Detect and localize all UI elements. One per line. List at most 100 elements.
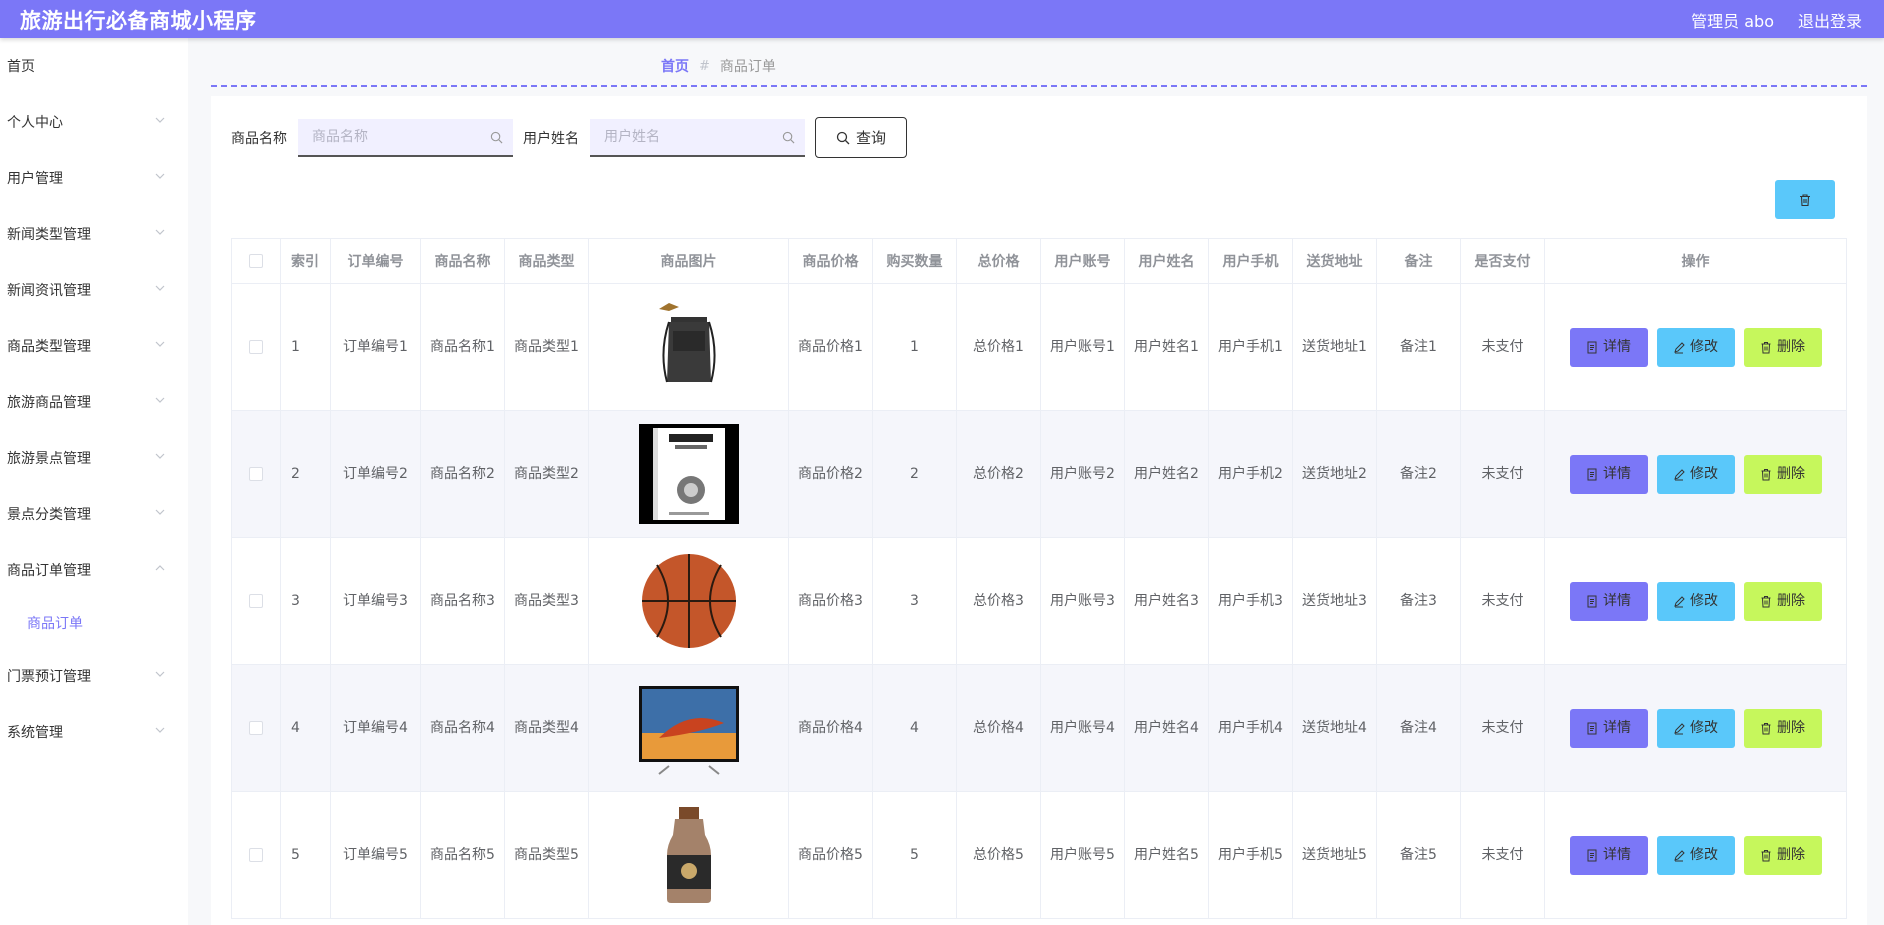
main-content: 首页 # 商品订单 商品名称 用户姓名 查询 <box>188 38 1884 925</box>
document-icon <box>1587 849 1597 861</box>
user-phone-cell: 用户手机2 <box>1208 410 1293 538</box>
product-name-cell: 商品名称4 <box>420 664 505 792</box>
edit-button[interactable]: 修改 <box>1656 708 1735 748</box>
edit-button[interactable]: 修改 <box>1656 327 1735 367</box>
column-header: 送货地址 <box>1292 238 1377 284</box>
total-price-cell: 总价格1 <box>956 283 1041 411</box>
actions-cell: 详情 修改 删除 <box>1544 283 1847 411</box>
edit-button[interactable]: 修改 <box>1656 581 1735 621</box>
sidebar-item-attractions[interactable]: 旅游景点管理 <box>0 430 188 486</box>
logout-link[interactable]: 退出登录 <box>1798 8 1862 32</box>
sidebar-item-label: 新闻类型管理 <box>7 227 91 243</box>
row-select-cell <box>231 791 281 919</box>
product-image-shoulder-bag <box>639 303 739 383</box>
column-header: 是否支付 <box>1460 238 1545 284</box>
row-checkbox[interactable] <box>249 467 263 481</box>
sidebar-item-label: 个人中心 <box>7 115 63 131</box>
row-checkbox[interactable] <box>249 340 263 354</box>
delete-button[interactable]: 删除 <box>1743 708 1822 748</box>
detail-button[interactable]: 详情 <box>1569 327 1648 367</box>
batch-delete-button[interactable] <box>1775 180 1835 219</box>
breadcrumb-home[interactable]: 首页 <box>661 56 689 76</box>
delete-button[interactable]: 删除 <box>1743 581 1822 621</box>
sidebar-item-profile[interactable]: 个人中心 <box>0 94 188 150</box>
query-button[interactable]: 查询 <box>815 117 907 158</box>
sidebar-item-users[interactable]: 用户管理 <box>0 150 188 206</box>
quantity-cell: 1 <box>872 283 957 411</box>
order-no-cell: 订单编号3 <box>330 537 421 665</box>
user-name-box <box>590 118 805 157</box>
detail-button[interactable]: 详情 <box>1569 581 1648 621</box>
address-cell: 送货地址3 <box>1292 537 1377 665</box>
product-name-cell: 商品名称3 <box>420 537 505 665</box>
detail-button[interactable]: 详情 <box>1569 835 1648 875</box>
chevron-down-icon <box>155 341 165 347</box>
edit-button[interactable]: 修改 <box>1656 835 1735 875</box>
row-checkbox[interactable] <box>249 721 263 735</box>
sidebar-item-orders[interactable]: 商品订单管理 <box>0 542 188 598</box>
admin-user-link[interactable]: 管理员 abo <box>1691 8 1774 32</box>
select-all-cell <box>231 238 281 284</box>
user-name-input[interactable] <box>590 118 805 155</box>
orders-table: 索引 订单编号 商品名称 商品类型 商品图片 商品价格 购买数量 总价格 用户账… <box>231 238 1847 919</box>
row-checkbox[interactable] <box>249 594 263 608</box>
chevron-up-icon <box>155 565 165 571</box>
order-no-cell: 订单编号5 <box>330 791 421 919</box>
user-phone-cell: 用户手机1 <box>1208 283 1293 411</box>
delete-button[interactable]: 删除 <box>1743 454 1822 494</box>
select-all-checkbox[interactable] <box>249 254 263 268</box>
detail-button-label: 详情 <box>1603 339 1631 355</box>
sidebar-item-label: 门票预订管理 <box>7 669 91 685</box>
sidebar-item-ticket-booking[interactable]: 门票预订管理 <box>0 648 188 704</box>
sidebar-item-system[interactable]: 系统管理 <box>0 704 188 760</box>
row-select-cell <box>231 410 281 538</box>
remark-cell: 备注1 <box>1376 283 1461 411</box>
column-header: 订单编号 <box>330 238 421 284</box>
product-image-cell <box>588 537 789 665</box>
product-name-cell: 商品名称2 <box>420 410 505 538</box>
breadcrumb: 首页 # 商品订单 <box>661 56 776 76</box>
trash-icon <box>1761 595 1771 607</box>
sidebar-item-product-types[interactable]: 商品类型管理 <box>0 318 188 374</box>
delete-button[interactable]: 删除 <box>1743 835 1822 875</box>
search-form: 商品名称 用户姓名 查询 <box>231 117 907 158</box>
actions-cell: 详情 修改 删除 <box>1544 791 1847 919</box>
trash-icon <box>1761 341 1771 353</box>
sidebar-item-home[interactable]: 首页 <box>0 38 188 94</box>
remark-cell: 备注5 <box>1376 791 1461 919</box>
product-name-input[interactable] <box>298 118 513 155</box>
user-name-cell: 用户姓名5 <box>1124 791 1209 919</box>
detail-button[interactable]: 详情 <box>1569 708 1648 748</box>
detail-button-label: 详情 <box>1603 847 1631 863</box>
product-type-cell: 商品类型4 <box>504 664 589 792</box>
row-checkbox[interactable] <box>249 848 263 862</box>
delete-button[interactable]: 删除 <box>1743 327 1822 367</box>
edit-button-label: 修改 <box>1690 720 1718 736</box>
user-account-cell: 用户账号4 <box>1040 664 1125 792</box>
app-title: 旅游出行必备商城小程序 <box>20 9 257 33</box>
pencil-icon <box>1674 595 1685 607</box>
edit-button-label: 修改 <box>1690 339 1718 355</box>
delete-button-label: 删除 <box>1777 466 1805 482</box>
document-icon <box>1587 722 1597 734</box>
edit-button[interactable]: 修改 <box>1656 454 1735 494</box>
detail-button[interactable]: 详情 <box>1569 454 1648 494</box>
price-cell: 商品价格3 <box>788 537 873 665</box>
chevron-down-icon <box>155 117 165 123</box>
column-header: 用户手机 <box>1208 238 1293 284</box>
sidebar-item-attraction-categories[interactable]: 景点分类管理 <box>0 486 188 542</box>
product-name-cell: 商品名称1 <box>420 283 505 411</box>
column-header: 商品类型 <box>504 238 589 284</box>
user-account-cell: 用户账号3 <box>1040 537 1125 665</box>
sidebar-item-news-types[interactable]: 新闻类型管理 <box>0 206 188 262</box>
sidebar-item-label: 系统管理 <box>7 725 63 741</box>
sidebar-item-news[interactable]: 新闻资讯管理 <box>0 262 188 318</box>
pencil-icon <box>1674 341 1685 353</box>
product-image-milk-tea-bottle <box>639 807 739 903</box>
sidebar-item-travel-products[interactable]: 旅游商品管理 <box>0 374 188 430</box>
top-bar: 旅游出行必备商城小程序 管理员 abo 退出登录 <box>0 0 1884 38</box>
edit-button-label: 修改 <box>1690 847 1718 863</box>
sidebar-item-label: 旅游商品管理 <box>7 395 91 411</box>
product-image-cell <box>588 410 789 538</box>
sidebar-subitem-product-orders[interactable]: 商品订单 <box>0 598 188 648</box>
